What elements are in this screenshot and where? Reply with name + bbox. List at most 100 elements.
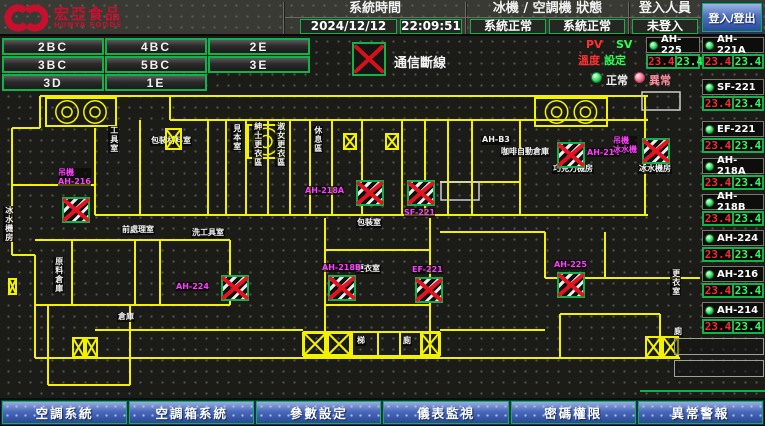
system-time-title: 系統時間 [285, 1, 465, 16]
pv-value: 23.4 [704, 213, 732, 224]
pv-value: 23.4 [704, 98, 732, 109]
bottom-nav-[interactable]: 參數設定 [256, 401, 381, 424]
ahu-unit-offline-icon[interactable] [642, 138, 670, 164]
stairs-icon [72, 337, 85, 358]
room-label: 冰水機房 [638, 165, 672, 174]
bottom-nav-[interactable]: 空調箱系統 [129, 401, 254, 424]
equipment-values: 23.423.4 [702, 175, 764, 190]
sv-name-label: 設定 [604, 52, 626, 68]
bottom-nav-[interactable]: 異常警報 [638, 401, 763, 424]
bottom-nav-[interactable]: 儀表監視 [383, 401, 508, 424]
stairs-icon [165, 128, 182, 150]
ahu-unit-offline-icon[interactable] [407, 180, 435, 206]
equipment-values: 23.423.4 [702, 247, 764, 262]
equipment-panel-ah-214[interactable]: AH-214 [702, 302, 764, 318]
stairs-icon [327, 332, 351, 356]
comm-loss-label: 通信斷線 [394, 52, 446, 71]
equipment-panel-ah-218a[interactable]: AH-218A [702, 158, 764, 174]
equipment-panel-sf-221[interactable]: SF-221 [702, 79, 764, 95]
floor-button-2e[interactable]: 2E [208, 38, 310, 55]
floor-button-4bc[interactable]: 4BC [105, 38, 207, 55]
equipment-values: 23.423.4 [702, 319, 764, 334]
room-label: 咖啡自動倉庫 [500, 148, 550, 157]
status-led-icon [705, 83, 714, 92]
ahu-unit-label: 吊機 AH-216 [58, 168, 91, 186]
ahu-unit-offline-icon[interactable] [557, 142, 585, 168]
equipment-name: AH-218A [717, 155, 761, 177]
equipment-values: 23.423.4 [702, 211, 764, 226]
login-user-value: 未登入 [632, 19, 698, 34]
sv-value: 23.4 [732, 285, 762, 296]
sv-value: 23.4 [732, 177, 762, 188]
sv-value: 23.4 [732, 213, 762, 224]
pv-value: 23.4 [704, 321, 732, 332]
ahu-unit-label: AH-218A [305, 186, 344, 195]
login-logout-button[interactable]: 登入/登出 [702, 3, 762, 32]
pv-value: 23.4 [704, 177, 732, 188]
status-led-icon [705, 41, 714, 50]
ahu-unit-offline-icon[interactable] [415, 277, 443, 303]
equipment-name: SF-221 [717, 82, 756, 93]
room-label: 廁 [402, 337, 412, 346]
ahu-unit-offline-icon[interactable] [356, 180, 384, 206]
room-label: 淑女更衣區 [275, 122, 286, 167]
equipment-name: AH-214 [717, 305, 758, 316]
floor-button-3bc[interactable]: 3BC [2, 56, 104, 73]
room-label: 倉庫 [117, 313, 135, 322]
room-label: 原料倉庫 [53, 257, 64, 293]
sidebar-bottom-separator [640, 390, 765, 392]
chiller-status-value: 系統正常 [470, 19, 546, 34]
stairs-icon [420, 332, 440, 356]
equipment-values: 23.423.4 [646, 54, 700, 69]
ahu-unit-offline-icon[interactable] [328, 275, 356, 301]
machine-status-title: 冰機 / 空調機 狀態 [467, 1, 628, 16]
sv-value: 23.4 [732, 98, 762, 109]
comm-loss-icon [352, 42, 386, 76]
equipment-panel-ah-225[interactable]: AH-225 [646, 37, 700, 53]
sv-value: 23.4 [732, 249, 762, 260]
sv-value: 23.4 [675, 56, 704, 67]
bottom-nav-[interactable]: 密碼權限 [511, 401, 636, 424]
ahu-unit-label: 吊機 冰水機 [613, 136, 637, 154]
pv-value: 23.4 [704, 285, 732, 296]
equipment-name: AH-221A [717, 34, 761, 56]
equipment-values: 23.423.4 [702, 283, 764, 298]
equipment-panel-ah-218b[interactable]: AH-218B [702, 194, 764, 210]
equipment-panel-ah-216[interactable]: AH-216 [702, 266, 764, 282]
room-label: 更衣室 [670, 269, 681, 296]
room-label: 包裝室 [356, 219, 382, 228]
pv-label: PV [586, 38, 603, 51]
equipment-panel-ah-224[interactable]: AH-224 [702, 230, 764, 246]
header-rule [285, 17, 763, 18]
floor-button-3d[interactable]: 3D [2, 74, 104, 91]
status-led-icon [705, 198, 714, 207]
ahu-unit-offline-icon[interactable] [557, 272, 585, 298]
equipment-values: 23.423.4 [702, 138, 764, 153]
floor-button-2bc[interactable]: 2BC [2, 38, 104, 55]
status-led-icon [649, 41, 658, 50]
room-label: 洗工具室 [191, 229, 225, 238]
stairs-icon [303, 332, 327, 356]
stairs-icon [8, 278, 17, 295]
equipment-panel-ah-221a[interactable]: AH-221A [702, 37, 764, 53]
company-name-en: HUNYA FOODS [54, 22, 122, 29]
room-label: 休息區 [312, 126, 323, 153]
equipment-panel-ef-221[interactable]: EF-221 [702, 121, 764, 137]
top-header: 宏亞食品 HUNYA FOODS 系統時間 2024/12/12 22:09:5… [0, 0, 765, 36]
floor-button-1e[interactable]: 1E [105, 74, 207, 91]
sv-value: 23.4 [732, 56, 762, 67]
room-label: 紳士更衣區 [252, 122, 263, 167]
ahu-unit-offline-icon[interactable] [62, 197, 90, 223]
equipment-name: AH-216 [717, 269, 758, 280]
floor-button-5bc[interactable]: 5BC [105, 56, 207, 73]
login-user-title: 登入人員 [628, 1, 702, 16]
stairs-icon [645, 336, 662, 358]
ahu-unit-offline-icon[interactable] [221, 275, 249, 301]
equipment-name: AH-225 [661, 34, 697, 56]
stairs-icon [385, 133, 399, 150]
bottom-nav-[interactable]: 空調系統 [2, 401, 127, 424]
ahu-unit-label: SF-221 [404, 208, 435, 217]
sv-value: 23.4 [732, 321, 762, 332]
system-time-value: 22:09:51 [400, 19, 462, 34]
floor-button-3e[interactable]: 3E [208, 56, 310, 73]
